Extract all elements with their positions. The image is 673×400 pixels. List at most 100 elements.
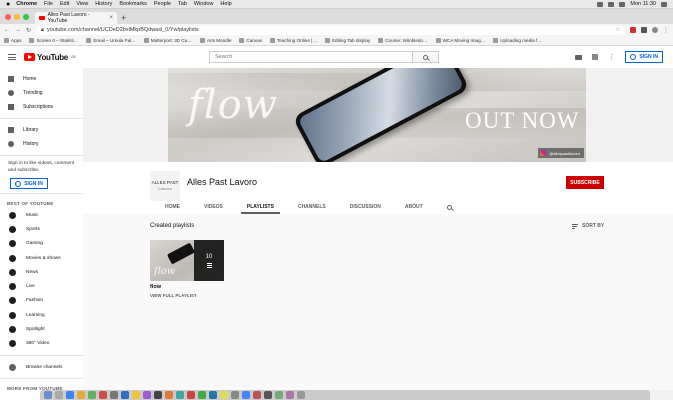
- playlist-title[interactable]: flow: [150, 284, 161, 290]
- forward-icon[interactable]: →: [15, 27, 21, 33]
- minimize-window-icon[interactable]: [14, 14, 20, 20]
- sidebar-item-browse-channels[interactable]: Browse channels: [0, 360, 83, 374]
- sidebar-item-fashion[interactable]: Fashion: [0, 294, 83, 308]
- zoom-window-icon[interactable]: [23, 14, 29, 20]
- banner-social-link[interactable]: @allespastlavoro: [538, 148, 584, 158]
- battery-icon[interactable]: [619, 1, 626, 7]
- menu-view[interactable]: View: [76, 1, 88, 7]
- app-icon[interactable]: [264, 391, 272, 399]
- new-tab-icon[interactable]: +: [121, 13, 126, 24]
- bookmark-item[interactable]: Teaching Online |…: [269, 38, 317, 43]
- app-icon[interactable]: [121, 391, 129, 399]
- bookmark-star-icon[interactable]: ☆: [615, 27, 620, 33]
- sidebar-item-spotlight[interactable]: Spotlight: [0, 322, 83, 336]
- extension-icon[interactable]: [630, 27, 636, 33]
- address-bar[interactable]: 🔒︎ youtube.com/channel/UCDeD2bxiMkpBQdwa…: [36, 25, 625, 35]
- bookmark-item[interactable]: Editing Tab display: [324, 38, 370, 43]
- chrome-menu-icon[interactable]: ⋮: [663, 27, 669, 34]
- signin-button[interactable]: SIGN IN: [625, 51, 663, 63]
- app-icon[interactable]: [88, 391, 96, 399]
- tab-channels[interactable]: CHANNELS: [286, 200, 338, 214]
- launchpad-icon[interactable]: [55, 391, 63, 399]
- safari-icon[interactable]: [66, 391, 74, 399]
- menu-help[interactable]: Help: [220, 1, 231, 7]
- bookmark-item[interactable]: Course: Wimbledo…: [378, 38, 428, 43]
- sidebar-item-live[interactable]: Live: [0, 279, 83, 293]
- app-icon[interactable]: [132, 391, 140, 399]
- search-button[interactable]: [413, 51, 439, 63]
- bookmark-item[interactable]: Uploading media f…: [493, 38, 542, 43]
- menu-history[interactable]: History: [95, 1, 112, 7]
- close-tab-icon[interactable]: ×: [109, 15, 113, 21]
- extension-icon[interactable]: [641, 27, 647, 33]
- subscribe-button[interactable]: SUBSCRIBE: [566, 176, 604, 189]
- menu-people[interactable]: People: [154, 1, 171, 7]
- chrome-icon[interactable]: [242, 391, 250, 399]
- sidebar-item-library[interactable]: Library: [0, 123, 83, 137]
- trash-icon[interactable]: [297, 391, 305, 399]
- apple-icon[interactable]: ●: [6, 1, 10, 8]
- menu-edit[interactable]: Edit: [60, 1, 69, 7]
- menu-bookmarks[interactable]: Bookmarks: [119, 1, 147, 7]
- sidebar-item-360-video[interactable]: 360° Video: [0, 337, 83, 351]
- menu-window[interactable]: Window: [194, 1, 214, 7]
- status-icon[interactable]: [597, 1, 604, 7]
- bookmark-item[interactable]: Arts Moodle: [199, 38, 231, 43]
- sidebar-item-home[interactable]: Home: [0, 72, 83, 86]
- clock[interactable]: Mon 11:30: [630, 1, 656, 7]
- tab-videos[interactable]: VIDEOS: [192, 200, 235, 214]
- bookmark-item[interactable]: Screen 0 – Statisti…: [29, 38, 78, 43]
- search-input[interactable]: Search: [209, 51, 413, 63]
- channel-avatar[interactable]: ALLES PAST Lavoro: [150, 171, 180, 201]
- app-icon[interactable]: [154, 391, 162, 399]
- bookmark-item[interactable]: Matterport: 3D Ca…: [143, 38, 192, 43]
- apps-icon[interactable]: [592, 54, 599, 60]
- sidebar-item-trending[interactable]: Trending: [0, 86, 83, 100]
- settings-more-icon[interactable]: ⋮: [608, 53, 615, 61]
- app-icon[interactable]: [165, 391, 173, 399]
- sidebar-item-music[interactable]: Music: [0, 208, 83, 222]
- bookmark-item[interactable]: Canvas: [239, 38, 262, 43]
- menu-file[interactable]: File: [44, 1, 53, 7]
- app-icon[interactable]: [77, 391, 85, 399]
- youtube-logo[interactable]: YouTube GB: [24, 53, 76, 62]
- wifi-icon[interactable]: [608, 1, 615, 7]
- app-icon[interactable]: [110, 391, 118, 399]
- view-full-playlist-link[interactable]: VIEW FULL PLAYLIST: [150, 293, 197, 298]
- tab-about[interactable]: ABOUT: [393, 200, 435, 214]
- app-icon[interactable]: [209, 391, 217, 399]
- app-icon[interactable]: [99, 391, 107, 399]
- app-icon[interactable]: [275, 391, 283, 399]
- tab-home[interactable]: HOME: [153, 200, 192, 214]
- finder-icon[interactable]: [44, 391, 52, 399]
- app-icon[interactable]: [286, 391, 294, 399]
- browser-tab[interactable]: Alles Past Lavoro - YouTube ×: [35, 12, 117, 24]
- app-icon[interactable]: [231, 391, 239, 399]
- bookmark-item[interactable]: Email – Ursula Pal…: [86, 38, 136, 43]
- profile-icon[interactable]: [652, 27, 658, 33]
- sidebar-item-gaming[interactable]: Gaming: [0, 237, 83, 251]
- menu-tab[interactable]: Tab: [178, 1, 187, 7]
- hamburger-menu-icon[interactable]: [8, 54, 16, 60]
- create-video-icon[interactable]: [575, 54, 583, 60]
- app-icon[interactable]: [143, 391, 151, 399]
- sidebar-item-history[interactable]: History: [0, 137, 83, 151]
- menu-app-name[interactable]: Chrome: [16, 1, 37, 7]
- spotlight-icon[interactable]: [661, 1, 667, 7]
- tab-playlists[interactable]: PLAYLISTS: [235, 200, 286, 214]
- sidebar-signin-button[interactable]: SIGN IN: [10, 178, 48, 189]
- app-icon[interactable]: [198, 391, 206, 399]
- app-icon[interactable]: [187, 391, 195, 399]
- playlist-thumbnail[interactable]: flow 10: [150, 240, 224, 281]
- tab-discussion[interactable]: DISCUSSION: [338, 200, 393, 214]
- app-icon[interactable]: [176, 391, 184, 399]
- close-window-icon[interactable]: [5, 14, 11, 20]
- sort-by-button[interactable]: SORT BY: [572, 223, 604, 229]
- app-icon[interactable]: [220, 391, 228, 399]
- bookmark-apps[interactable]: Apps: [4, 38, 21, 43]
- sidebar-item-learning[interactable]: Learning: [0, 308, 83, 322]
- sidebar-item-movies[interactable]: Movies & shows: [0, 251, 83, 265]
- reload-icon[interactable]: ↻: [26, 27, 31, 34]
- back-icon[interactable]: ←: [4, 27, 10, 33]
- app-icon[interactable]: [253, 391, 261, 399]
